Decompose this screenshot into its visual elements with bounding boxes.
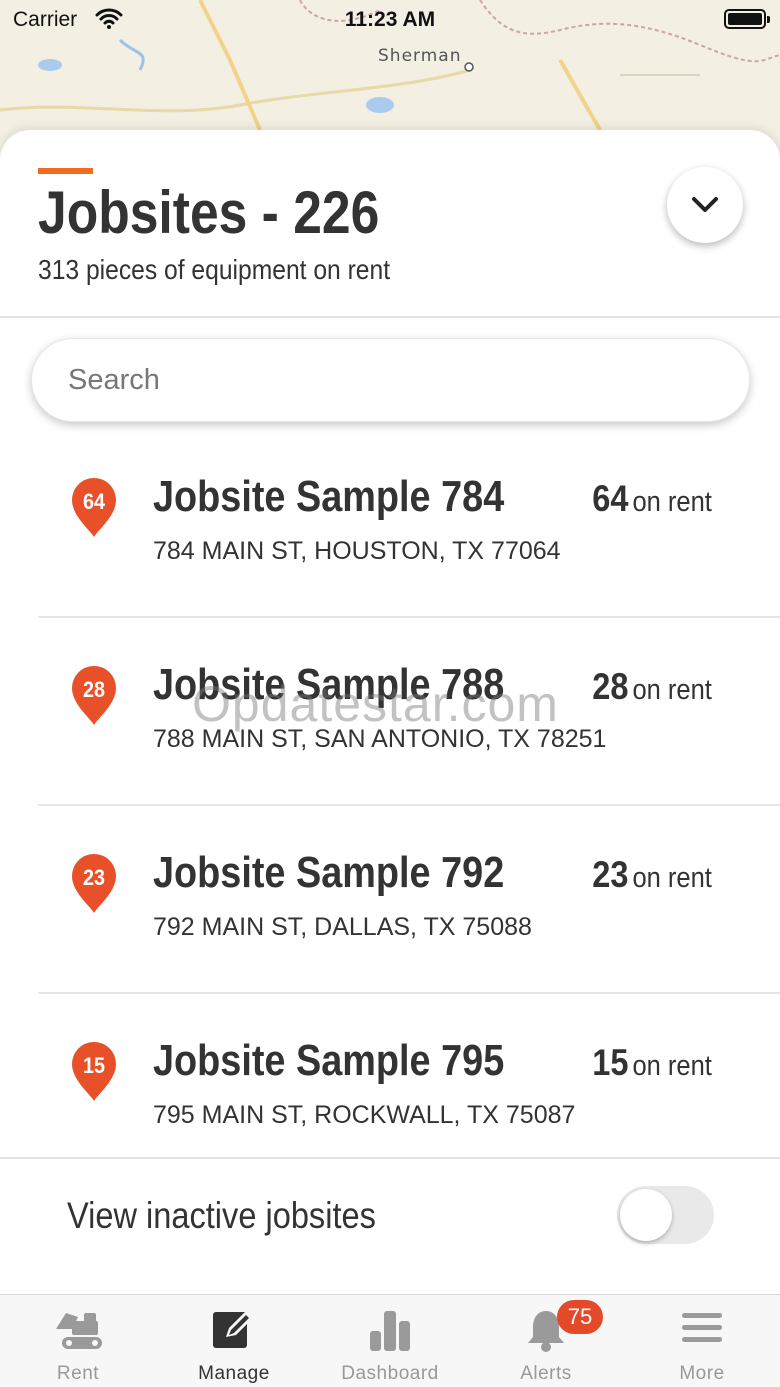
tab-dashboard[interactable]: Dashboard (312, 1295, 468, 1387)
jobsite-row[interactable]: 28 Jobsite Sample 788 788 MAIN ST, SAN A… (0, 618, 780, 806)
map-pin-icon: 15 (70, 1040, 118, 1102)
map-pin-icon: 28 (70, 664, 118, 726)
collapse-sheet-button[interactable] (667, 167, 743, 243)
divider (0, 1157, 780, 1159)
on-rent-count: 15 on rent (592, 1042, 712, 1084)
clock: 11:23 AM (344, 8, 436, 31)
map-city-label: Sherman (378, 46, 462, 66)
jobsite-address: 784 MAIN ST, HOUSTON, TX 77064 (153, 537, 561, 565)
jobsite-row[interactable]: 23 Jobsite Sample 792 792 MAIN ST, DALLA… (0, 806, 780, 994)
pin-count: 23 (82, 865, 106, 890)
menu-icon (682, 1313, 722, 1342)
on-rent-suffix: on rent (632, 862, 712, 894)
jobsites-sheet: Jobsites - 226 313 pieces of equipment o… (0, 130, 780, 1295)
chevron-down-icon (692, 197, 718, 212)
on-rent-number: 15 (592, 1042, 629, 1083)
accent-bar (38, 168, 93, 174)
tab-manage[interactable]: Manage (156, 1295, 312, 1387)
tab-label: Alerts (520, 1363, 572, 1384)
tab-rent[interactable]: Rent (0, 1295, 156, 1387)
on-rent-count: 23 on rent (592, 854, 712, 896)
on-rent-count: 28 on rent (592, 666, 712, 708)
pin-count: 64 (82, 489, 106, 514)
tab-label: Rent (56, 1363, 100, 1384)
jobsite-row[interactable]: 15 Jobsite Sample 795 795 MAIN ST, ROCKW… (0, 994, 780, 1154)
tab-bar: Rent Manage Dashboard Alerts More (0, 1294, 780, 1387)
jobsite-address: 795 MAIN ST, ROCKWALL, TX 75087 (153, 1101, 576, 1129)
alerts-badge: 75 (557, 1300, 603, 1334)
on-rent-number: 28 (592, 666, 629, 707)
status-bar: Carrier 11:23 AM (0, 0, 780, 40)
pin-count: 28 (82, 677, 106, 702)
jobsite-address: 788 MAIN ST, SAN ANTONIO, TX 78251 (153, 725, 607, 753)
tab-label: More (679, 1363, 725, 1384)
map-pin-icon: 64 (70, 476, 118, 538)
jobsite-address: 792 MAIN ST, DALLAS, TX 75088 (153, 913, 532, 941)
page-title: Jobsites - 226 (38, 179, 380, 246)
inactive-jobsites-toggle[interactable] (617, 1186, 714, 1244)
tab-more[interactable]: More (624, 1295, 780, 1387)
bar-chart-icon (370, 1311, 410, 1351)
jobsite-row[interactable]: 64 Jobsite Sample 784 784 MAIN ST, HOUST… (0, 430, 780, 618)
search-input[interactable] (68, 339, 718, 421)
on-rent-suffix: on rent (632, 1050, 712, 1082)
on-rent-suffix: on rent (632, 486, 712, 518)
jobsite-name: Jobsite Sample 792 (153, 848, 505, 897)
toggle-knob (620, 1189, 672, 1241)
jobsite-name: Jobsite Sample 788 (153, 660, 505, 709)
jobsite-name: Jobsite Sample 784 (153, 472, 505, 521)
divider (0, 316, 780, 318)
edit-icon (213, 1311, 253, 1348)
jobsite-list: 64 Jobsite Sample 784 784 MAIN ST, HOUST… (0, 430, 780, 1154)
excavator-icon (56, 1313, 102, 1349)
map-pin-icon: 23 (70, 852, 118, 914)
on-rent-suffix: on rent (632, 674, 712, 706)
on-rent-number: 23 (592, 854, 629, 895)
on-rent-number: 64 (592, 478, 629, 519)
on-rent-count: 64 on rent (592, 478, 712, 520)
tab-label: Dashboard (341, 1363, 439, 1384)
pin-count: 15 (82, 1053, 106, 1078)
jobsite-name: Jobsite Sample 795 (153, 1036, 505, 1085)
inactive-jobsites-label: View inactive jobsites (67, 1195, 376, 1236)
battery-icon (724, 9, 770, 29)
equipment-summary: 313 pieces of equipment on rent (38, 254, 391, 285)
tab-label: Manage (198, 1363, 270, 1384)
search-field[interactable] (31, 338, 750, 422)
